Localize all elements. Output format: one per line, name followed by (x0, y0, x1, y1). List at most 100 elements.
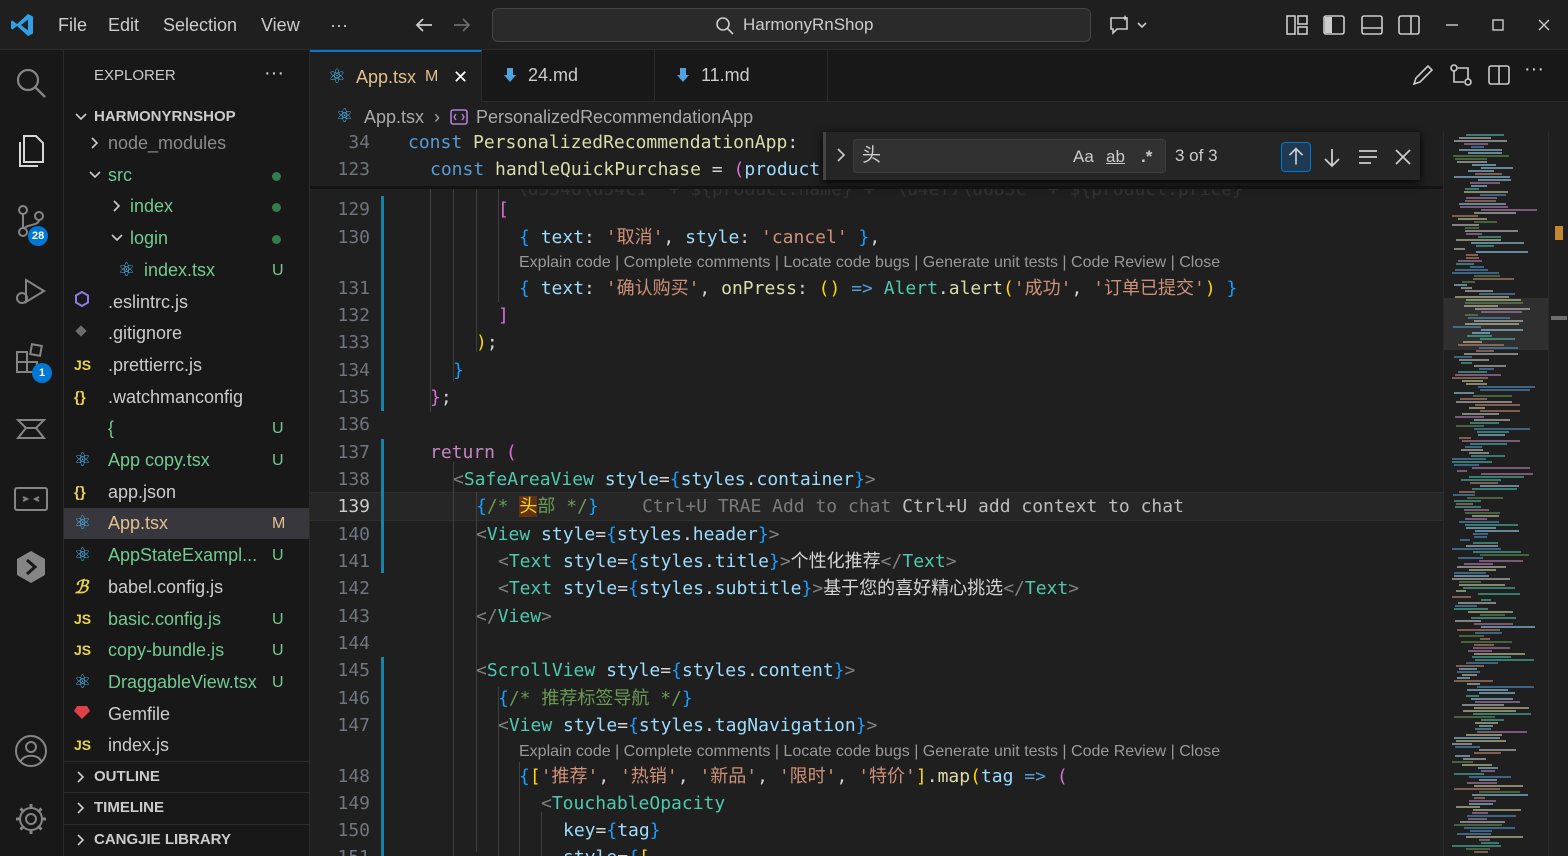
tree-item[interactable]: .gitignore (64, 318, 309, 349)
find-input[interactable]: 头 Aa ab .* (853, 139, 1166, 173)
code-line[interactable]: 132] (310, 302, 1443, 329)
tree-item[interactable]: ⚛ index.tsx U (64, 255, 309, 286)
back-arrow-icon[interactable] (412, 13, 436, 37)
menu-selection[interactable]: Selection (163, 0, 237, 50)
close-window-icon[interactable] (1532, 13, 1556, 37)
toggle-primary-sidebar-icon[interactable] (1322, 13, 1346, 37)
toggle-replace-chevron-icon[interactable] (832, 146, 850, 164)
maximize-icon[interactable] (1486, 13, 1510, 37)
code-line[interactable]: 131{ text: '确认购买', onPress: () => Alert.… (310, 275, 1443, 302)
cangjie-icon[interactable] (12, 410, 50, 448)
code-line[interactable]: 148 {['推荐', '热销', '新品', '限时', '特价'].map(t… (310, 763, 1443, 790)
code-line[interactable]: 133); (310, 329, 1443, 356)
code-line[interactable]: 146 {/* 推荐标签导航 */} (310, 685, 1443, 712)
ai-codelens-actions[interactable]: Explain code | Complete comments | Locat… (310, 250, 1443, 276)
code-line[interactable]: 141 <Text style={styles.title}>个性化推荐</Tex… (310, 548, 1443, 575)
code-line[interactable]: 142 <Text style={styles.subtitle}>基于您的喜好精… (310, 575, 1443, 602)
tree-item[interactable]: ⚛ DraggableView.tsx U (64, 667, 309, 698)
tree-item[interactable]: .eslintrc.js (64, 287, 309, 318)
breadcrumb-file[interactable]: App.tsx (364, 102, 424, 132)
tree-item[interactable]: ⚛ App.tsx M (64, 508, 309, 540)
copilot-chat-icon[interactable] (1108, 13, 1150, 37)
find-in-selection-icon[interactable] (1353, 142, 1383, 172)
tree-item-label: index (130, 196, 174, 217)
code-line[interactable]: 136 (310, 411, 1443, 438)
codelens-text[interactable]: Explain code | Complete comments | Locat… (519, 739, 1220, 765)
code-line[interactable]: 138 <SafeAreaView style={styles.container… (310, 466, 1443, 493)
menu-view[interactable]: View (261, 0, 300, 50)
cangjie-library-section[interactable]: CANGJIE LIBRARY (64, 824, 309, 854)
account-icon[interactable] (12, 732, 50, 770)
breadcrumb-symbol[interactable]: PersonalizedRecommendationApp (476, 102, 753, 132)
code-line[interactable]: 150 key={tag} (310, 817, 1443, 844)
code-line[interactable]: 140 <View style={styles.header}> (310, 521, 1443, 548)
code-line[interactable]: 137 return ( (310, 439, 1443, 466)
line-number: 147 (337, 715, 370, 736)
match-case-toggle[interactable]: Aa (1073, 140, 1094, 174)
tree-item[interactable]: JS copy-bundle.js U (64, 635, 309, 666)
code-line[interactable]: 135}; (310, 384, 1443, 411)
code-line[interactable]: 149 <TouchableOpacity (310, 790, 1443, 817)
close-find-icon[interactable] (1388, 142, 1418, 172)
tree-item[interactable]: JS index.js (64, 730, 309, 761)
forward-arrow-icon[interactable] (450, 13, 474, 37)
code-line[interactable]: 139 {/* 头部 */} Ctrl+U TRAE Add to chat Ct… (310, 492, 1443, 521)
tab-24-md[interactable]: 24.md (482, 50, 655, 102)
tree-item[interactable]: index (64, 191, 309, 222)
toggle-secondary-sidebar-icon[interactable] (1397, 13, 1421, 37)
layout-customize-icon[interactable] (1285, 13, 1309, 37)
menu-file[interactable]: File (58, 0, 87, 50)
tree-item[interactable]: JS .prettierrc.js (64, 350, 309, 381)
previous-match-arrow-up-icon[interactable] (1281, 142, 1311, 172)
tree-item[interactable]: Gemfile (64, 699, 309, 730)
code-line[interactable]: 143 </View> (310, 603, 1443, 630)
tab-close-icon[interactable]: ✕ (453, 52, 468, 102)
tree-item[interactable]: {U (64, 413, 309, 444)
menu-more[interactable]: ··· (330, 0, 348, 50)
editor-tabs: ⚛ App.tsx M ✕ 24.md 11.md (310, 50, 1568, 102)
timeline-section[interactable]: TIMELINE (64, 792, 309, 822)
tree-item[interactable]: JS basic.config.js U (64, 604, 309, 635)
search-icon[interactable] (12, 64, 50, 102)
next-match-arrow-down-icon[interactable] (1317, 142, 1347, 172)
code-line[interactable]: 145 <ScrollView style={styles.content}> (310, 657, 1443, 684)
minimize-icon[interactable] (1440, 13, 1464, 37)
edit-pencil-icon[interactable] (1410, 62, 1436, 88)
tab-11-md[interactable]: 11.md (655, 50, 828, 102)
outline-section[interactable]: OUTLINE (64, 761, 309, 791)
explorer-more-actions[interactable]: ··· (264, 62, 284, 85)
toggle-panel-icon[interactable] (1360, 13, 1384, 37)
code-line[interactable]: 147 <View style={styles.tagNavigation}> (310, 712, 1443, 739)
code-line[interactable]: 134} (310, 357, 1443, 384)
tab-app-tsx[interactable]: ⚛ App.tsx M ✕ (310, 50, 482, 102)
command-center-search[interactable]: HarmonyRnShop (492, 8, 1091, 42)
tree-item[interactable]: ℬbabel.config.js (64, 572, 309, 603)
ai-codelens-actions[interactable]: Explain code | Complete comments | Locat… (310, 739, 1443, 765)
codelens-text[interactable]: Explain code | Complete comments | Locat… (519, 250, 1220, 276)
code-editor[interactable]: 34 const PersonalizedRecommendationApp: … (310, 132, 1443, 856)
tree-item[interactable]: node_modules (64, 128, 309, 159)
tree-item[interactable]: {} .watchmanconfig (64, 382, 309, 413)
open-changes-icon[interactable] (1448, 62, 1474, 88)
run-debug-icon[interactable] (12, 272, 50, 310)
code-line[interactable]: 144 (310, 630, 1443, 657)
code-line[interactable]: 130{ text: '取消', style: 'cancel' }, (310, 224, 1443, 251)
split-editor-icon[interactable] (1486, 62, 1512, 88)
menu-edit[interactable]: Edit (108, 0, 139, 50)
whole-word-toggle[interactable]: ab (1106, 140, 1125, 174)
explorer-files-icon[interactable] (12, 132, 50, 170)
code-line[interactable]: 151style={[ (310, 844, 1443, 856)
tree-item[interactable]: ⚛ App copy.tsx U (64, 445, 309, 476)
vertical-scrollbar[interactable] (1548, 132, 1568, 856)
editor-more-actions[interactable]: ··· (1524, 58, 1544, 81)
deveco-icon[interactable] (12, 548, 50, 586)
code-line[interactable]: 129[ (310, 196, 1443, 223)
tree-item[interactable]: login (64, 223, 309, 254)
tree-item[interactable]: ⚛ AppStateExampl... U (64, 540, 309, 571)
remote-explorer-icon[interactable] (12, 480, 50, 518)
tree-item[interactable]: src (64, 160, 309, 191)
settings-gear-icon[interactable] (12, 800, 50, 838)
minimap[interactable] (1443, 132, 1548, 856)
regex-toggle[interactable]: .* (1141, 140, 1152, 174)
tree-item[interactable]: {} app.json (64, 477, 309, 508)
